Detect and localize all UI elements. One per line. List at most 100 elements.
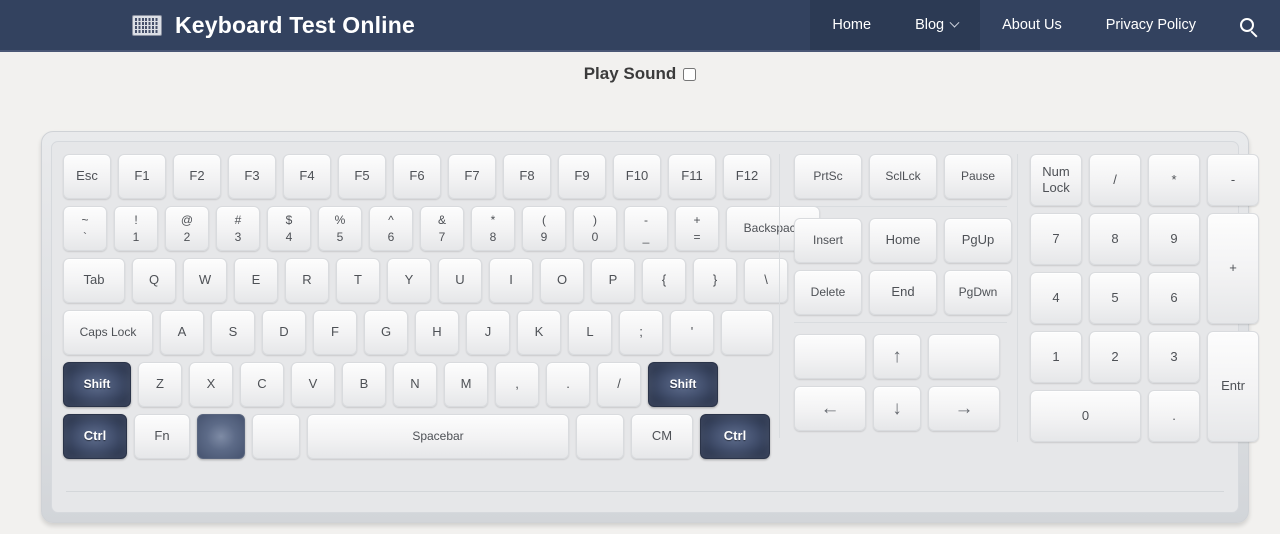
key-[interactable]: ~ `: [63, 206, 107, 251]
nav-item-privacy-policy[interactable]: Privacy Policy: [1084, 0, 1218, 50]
key-[interactable]: {: [642, 258, 686, 303]
key-[interactable]: ,: [495, 362, 539, 407]
key-num-8[interactable]: 8: [1089, 213, 1141, 265]
key-f9[interactable]: F9: [558, 154, 606, 199]
key-w[interactable]: W: [183, 258, 227, 303]
nav-item-about-us[interactable]: About Us: [980, 0, 1084, 50]
key-f6[interactable]: F6: [393, 154, 441, 199]
key-a[interactable]: A: [160, 310, 204, 355]
key-shift[interactable]: Shift: [63, 362, 131, 407]
key-numpad-enter[interactable]: Entr: [1207, 331, 1259, 442]
key-blank[interactable]: [252, 414, 300, 459]
key-blank[interactable]: [721, 310, 773, 355]
key-l[interactable]: L: [568, 310, 612, 355]
key-j[interactable]: J: [466, 310, 510, 355]
key-f4[interactable]: F4: [283, 154, 331, 199]
key-q[interactable]: Q: [132, 258, 176, 303]
key-[interactable]: + =: [675, 206, 719, 251]
key-i[interactable]: I: [489, 258, 533, 303]
key-pgdwn[interactable]: PgDwn: [944, 270, 1012, 315]
key-f1[interactable]: F1: [118, 154, 166, 199]
brand[interactable]: Keyboard Test Online: [132, 0, 415, 50]
key-u[interactable]: U: [438, 258, 482, 303]
key-7[interactable]: & 7: [420, 206, 464, 251]
key-f3[interactable]: F3: [228, 154, 276, 199]
key-f12[interactable]: F12: [723, 154, 771, 199]
key-f11[interactable]: F11: [668, 154, 716, 199]
key-caps-lock[interactable]: Caps Lock: [63, 310, 153, 355]
key-s[interactable]: S: [211, 310, 255, 355]
key-f7[interactable]: F7: [448, 154, 496, 199]
key-insert[interactable]: Insert: [794, 218, 862, 263]
nav-item-home[interactable]: Home: [810, 0, 894, 50]
key-f[interactable]: F: [313, 310, 357, 355]
key-delete[interactable]: Delete: [794, 270, 862, 315]
key-5[interactable]: % 5: [318, 206, 362, 251]
play-sound-checkbox[interactable]: [683, 67, 697, 81]
key-num-7[interactable]: 7: [1030, 213, 1082, 265]
key-num-4[interactable]: 4: [1030, 272, 1082, 324]
key-[interactable]: - _: [624, 206, 668, 251]
key-num-9[interactable]: 9: [1148, 213, 1200, 265]
key-blank[interactable]: [197, 414, 245, 459]
key-divide[interactable]: /: [1089, 154, 1141, 206]
key-[interactable]: .: [546, 362, 590, 407]
key-num-6[interactable]: 6: [1148, 272, 1200, 324]
key-num-2[interactable]: 2: [1089, 331, 1141, 383]
key-minus[interactable]: -: [1207, 154, 1259, 206]
key-0[interactable]: ) 0: [573, 206, 617, 251]
key-o[interactable]: O: [540, 258, 584, 303]
key-6[interactable]: ^ 6: [369, 206, 413, 251]
key-[interactable]: }: [693, 258, 737, 303]
arrow-left-icon[interactable]: ←: [794, 386, 866, 431]
key-3[interactable]: #3: [216, 206, 260, 251]
key-ctrl[interactable]: Ctrl: [63, 414, 127, 459]
key-num-decimal[interactable]: .: [1148, 390, 1200, 442]
key-shift[interactable]: Shift: [648, 362, 718, 407]
key-esc[interactable]: Esc: [63, 154, 111, 199]
key-h[interactable]: H: [415, 310, 459, 355]
key-m[interactable]: M: [444, 362, 488, 407]
key-n[interactable]: N: [393, 362, 437, 407]
key-num-5[interactable]: 5: [1089, 272, 1141, 324]
key-f10[interactable]: F10: [613, 154, 661, 199]
key-2[interactable]: @2: [165, 206, 209, 251]
key-1[interactable]: ! 1: [114, 206, 158, 251]
key-num-3[interactable]: 3: [1148, 331, 1200, 383]
key-t[interactable]: T: [336, 258, 380, 303]
key-plus[interactable]: +: [1207, 213, 1259, 324]
key-home[interactable]: Home: [869, 218, 937, 263]
key-spacebar[interactable]: Spacebar: [307, 414, 569, 459]
key-c[interactable]: C: [240, 362, 284, 407]
key-d[interactable]: D: [262, 310, 306, 355]
key-pgup[interactable]: PgUp: [944, 218, 1012, 263]
search-button[interactable]: [1218, 0, 1280, 50]
key-end[interactable]: End: [869, 270, 937, 315]
key-[interactable]: ;: [619, 310, 663, 355]
key-9[interactable]: (9: [522, 206, 566, 251]
arrow-down-icon[interactable]: ↓: [873, 386, 921, 431]
key-[interactable]: /: [597, 362, 641, 407]
key-cm[interactable]: CM: [631, 414, 693, 459]
key-x[interactable]: X: [189, 362, 233, 407]
key-e[interactable]: E: [234, 258, 278, 303]
key-ctrl[interactable]: Ctrl: [700, 414, 770, 459]
key-blank[interactable]: [576, 414, 624, 459]
key-8[interactable]: * 8: [471, 206, 515, 251]
key-p[interactable]: P: [591, 258, 635, 303]
key-y[interactable]: Y: [387, 258, 431, 303]
key-r[interactable]: R: [285, 258, 329, 303]
arrow-right-icon[interactable]: →: [928, 386, 1000, 431]
key-f2[interactable]: F2: [173, 154, 221, 199]
key-num-1[interactable]: 1: [1030, 331, 1082, 383]
nav-item-blog[interactable]: Blog: [893, 0, 981, 50]
key-g[interactable]: G: [364, 310, 408, 355]
key-v[interactable]: V: [291, 362, 335, 407]
arrow-up-icon[interactable]: ↑: [873, 334, 921, 379]
key-[interactable]: ': [670, 310, 714, 355]
key-blank[interactable]: [794, 334, 866, 379]
key-scllck[interactable]: SclLck: [869, 154, 937, 199]
key-4[interactable]: $4: [267, 206, 311, 251]
key-f8[interactable]: F8: [503, 154, 551, 199]
key-f5[interactable]: F5: [338, 154, 386, 199]
